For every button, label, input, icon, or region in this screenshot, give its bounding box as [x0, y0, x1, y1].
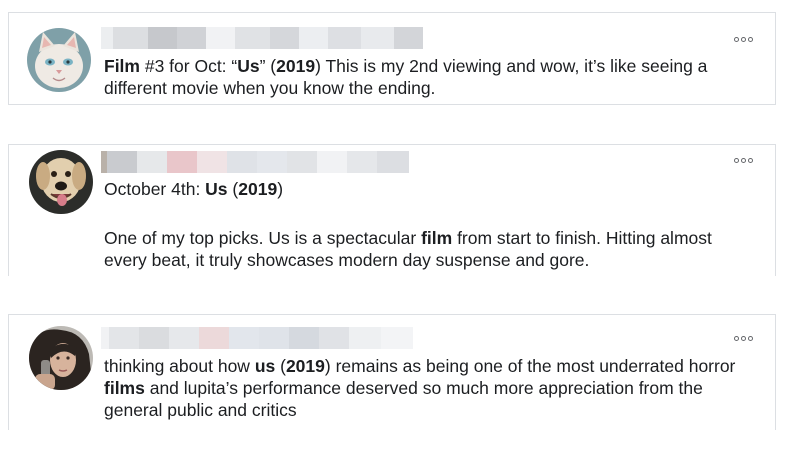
post-text: One of my top picks. Us is a spectacular…: [104, 227, 759, 271]
highlighted-keyword: us: [254, 356, 276, 376]
more-options-icon[interactable]: [734, 37, 753, 42]
post-text: Film #3 for Oct: “Us” (2019) This is my …: [104, 55, 759, 99]
dog-avatar-icon[interactable]: [29, 150, 93, 214]
text-segment: thinking about how: [104, 356, 255, 376]
author-name-blurred[interactable]: [101, 327, 413, 349]
highlighted-keyword: Us: [237, 56, 260, 76]
highlighted-keyword: 2019: [276, 56, 316, 76]
cat-avatar-icon[interactable]: [27, 28, 91, 92]
post-card: Film #3 for Oct: “Us” (2019) This is my …: [8, 12, 776, 105]
highlighted-keyword: film: [421, 228, 453, 248]
text-segment: (: [275, 356, 286, 376]
more-options-icon[interactable]: [734, 158, 753, 163]
text-segment: #3 for Oct: “: [139, 56, 238, 76]
author-name-blurred[interactable]: [101, 151, 411, 173]
text-segment: (: [227, 179, 239, 199]
post-card: October 4th: Us (2019) One of my top pic…: [8, 144, 776, 276]
text-segment: ): [277, 179, 284, 199]
post-text: thinking about how us (2019) remains as …: [104, 355, 759, 421]
text-segment: ” (: [259, 56, 277, 76]
highlighted-keyword: 2019: [285, 356, 325, 376]
text-segment: and lupita’s performance deserved so muc…: [104, 378, 703, 420]
post-card: thinking about how us (2019) remains as …: [8, 314, 776, 430]
text-segment: One of my top picks. Us is a spectacular: [104, 228, 422, 248]
highlighted-keyword: Film: [104, 56, 140, 76]
person-avatar-icon[interactable]: [29, 326, 93, 390]
post-date-heading: October 4th: Us (2019): [104, 178, 759, 200]
text-segment: October 4th:: [104, 179, 206, 199]
highlighted-keyword: 2019: [238, 179, 278, 199]
author-name-blurred[interactable]: [101, 27, 423, 49]
highlighted-keyword: Us: [205, 179, 228, 199]
highlighted-keyword: films: [104, 378, 145, 398]
text-segment: ) remains as being one of the most under…: [324, 356, 736, 376]
more-options-icon[interactable]: [734, 336, 753, 341]
